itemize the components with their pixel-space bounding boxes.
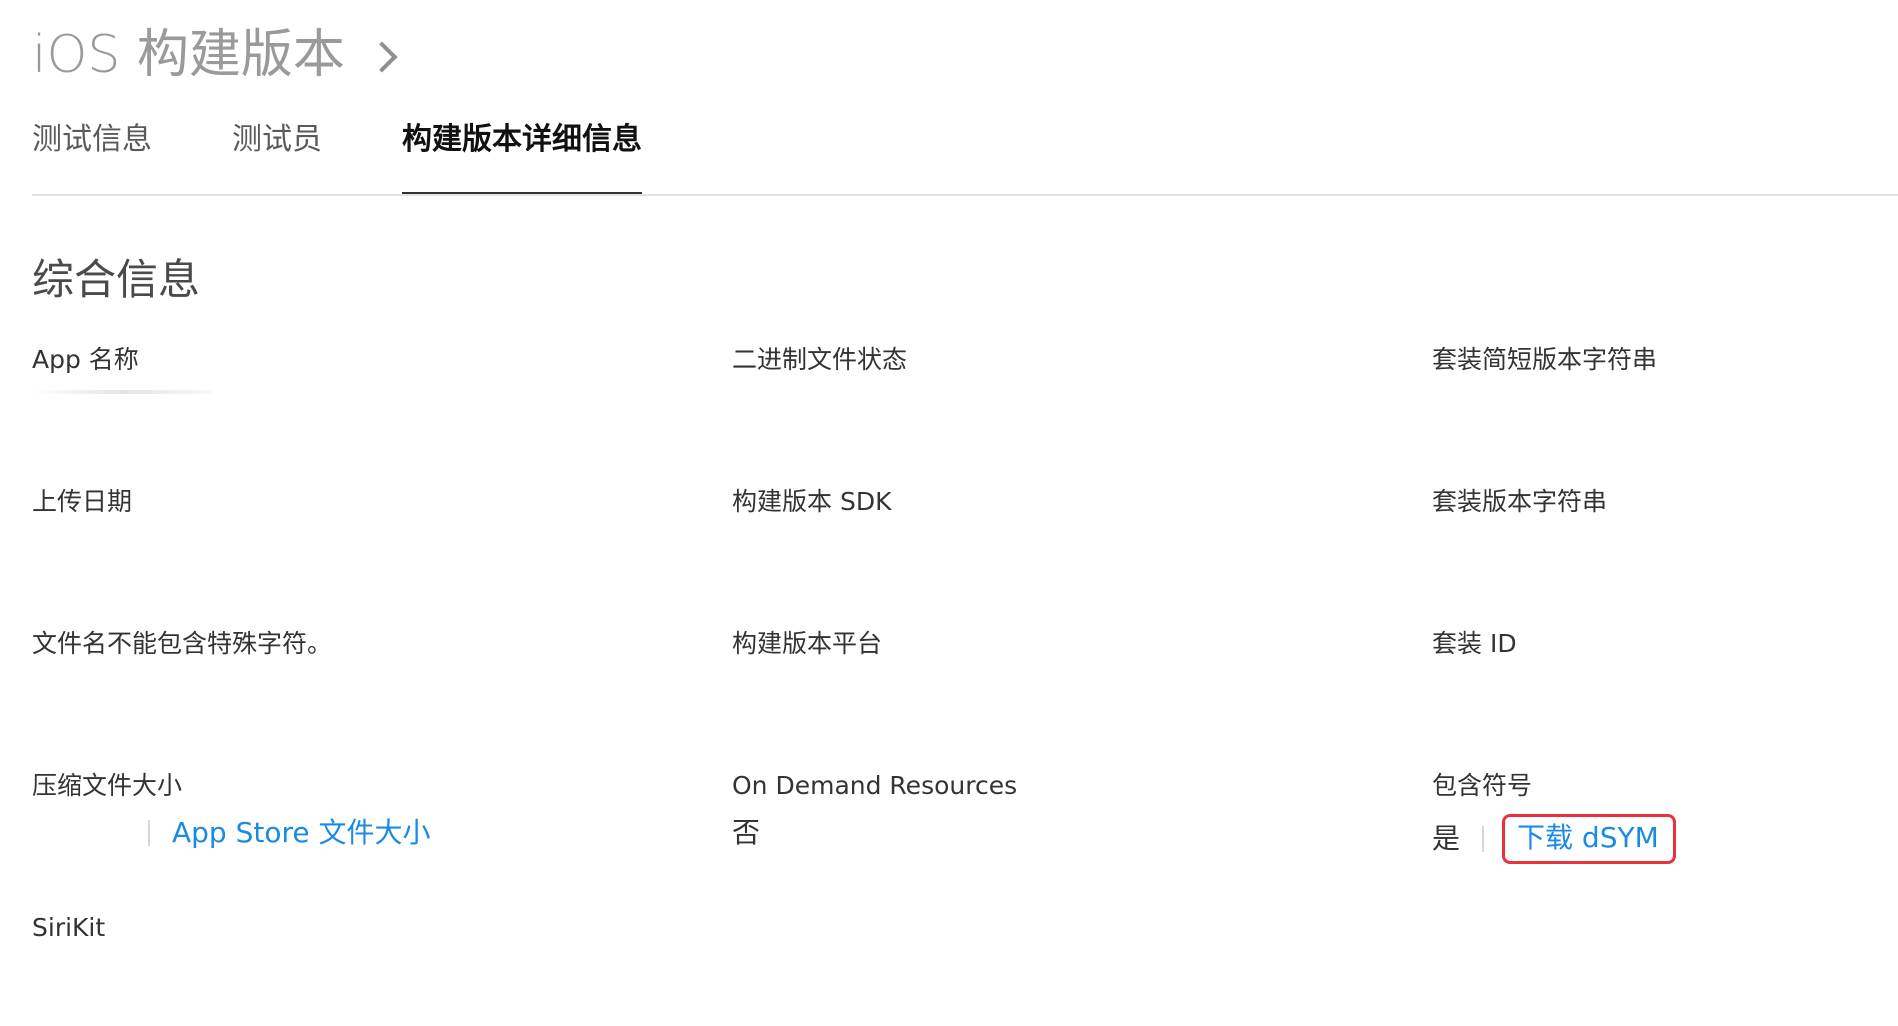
file-name-label: 文件名不能包含特殊字符。 bbox=[32, 629, 333, 658]
page-title-text: iOS 构建版本 bbox=[32, 25, 345, 85]
chevron-right-icon[interactable] bbox=[366, 41, 398, 73]
section-title: 综合信息 bbox=[32, 255, 201, 304]
tab-bar: 测试信息 测试员 构建版本详细信息 bbox=[32, 112, 642, 196]
upload-date-label: 上传日期 bbox=[32, 487, 133, 516]
short-version-field: 套装简短版本字符串 bbox=[1432, 342, 1898, 378]
symbols-field: 包含符号 是 下载 dSYM bbox=[1432, 768, 1898, 864]
build-sdk-field: 构建版本 SDK bbox=[732, 484, 1372, 520]
app-store-size-link[interactable]: App Store 文件大小 bbox=[172, 814, 431, 852]
app-name-value-redacted bbox=[32, 390, 212, 394]
on-demand-label: On Demand Resources bbox=[732, 771, 1018, 800]
binary-state-label: 二进制文件状态 bbox=[732, 345, 908, 374]
value-separator bbox=[148, 820, 150, 846]
sirikit-label: SiriKit bbox=[32, 913, 106, 942]
binary-state-field: 二进制文件状态 bbox=[732, 342, 1372, 378]
page-title[interactable]: iOS 构建版本 bbox=[32, 22, 398, 88]
build-platform-label: 构建版本平台 bbox=[732, 629, 883, 658]
compressed-size-label: 压缩文件大小 bbox=[32, 771, 183, 800]
build-sdk-label: 构建版本 SDK bbox=[732, 487, 892, 516]
upload-date-field: 上传日期 bbox=[32, 484, 672, 520]
tab-divider bbox=[32, 194, 1898, 196]
tab-test-info[interactable]: 测试信息 bbox=[32, 112, 232, 196]
bundle-id-field: 套装 ID bbox=[1432, 626, 1898, 662]
on-demand-value: 否 bbox=[732, 816, 761, 849]
tab-build-details[interactable]: 构建版本详细信息 bbox=[402, 112, 642, 196]
sirikit-field: SiriKit bbox=[32, 910, 672, 946]
symbols-value-row: 是 下载 dSYM bbox=[1432, 814, 1898, 864]
compressed-size-value: App Store 文件大小 bbox=[32, 814, 672, 852]
symbols-label: 包含符号 bbox=[1432, 771, 1533, 800]
bundle-id-label: 套装 ID bbox=[1432, 629, 1517, 658]
app-name-label: App 名称 bbox=[32, 345, 139, 374]
tab-testers[interactable]: 测试员 bbox=[232, 112, 402, 196]
symbols-value: 是 bbox=[1432, 822, 1461, 855]
value-separator bbox=[1482, 826, 1485, 852]
on-demand-field: On Demand Resources 否 bbox=[732, 768, 1372, 852]
file-name-field: 文件名不能包含特殊字符。 bbox=[32, 626, 672, 662]
compressed-size-field: 压缩文件大小 App Store 文件大小 bbox=[32, 768, 672, 852]
bundle-version-field: 套装版本字符串 bbox=[1432, 484, 1898, 520]
build-platform-field: 构建版本平台 bbox=[732, 626, 1372, 662]
download-dsym-link[interactable]: 下载 dSYM bbox=[1502, 814, 1676, 864]
bundle-version-label: 套装版本字符串 bbox=[1432, 487, 1608, 516]
app-name-field: App 名称 bbox=[32, 342, 672, 394]
short-version-label: 套装简短版本字符串 bbox=[1432, 345, 1658, 374]
